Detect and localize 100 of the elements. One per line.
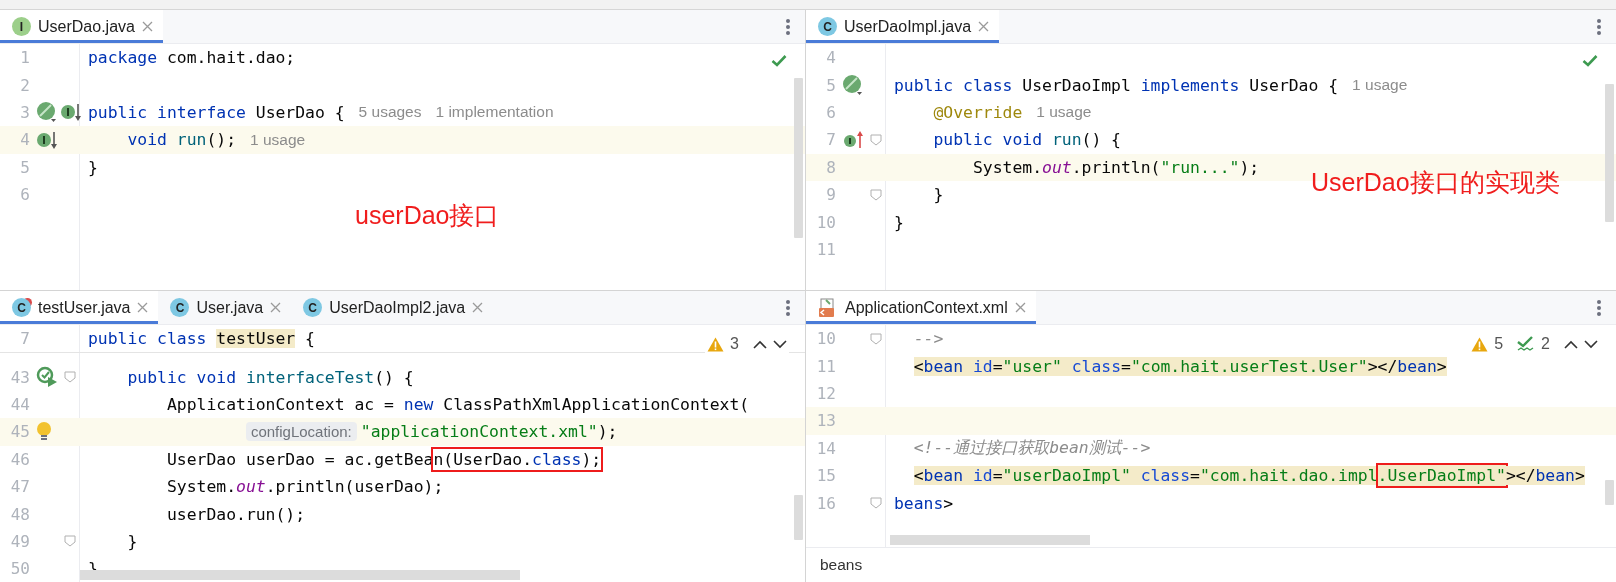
fold-icon[interactable] — [870, 497, 882, 510]
editor-tab[interactable]: ApplicationContext.xml — [806, 291, 1036, 324]
fold-icon[interactable] — [870, 188, 882, 201]
code-text: package com.hait.dao; — [88, 47, 296, 70]
line-number: 1 — [19, 48, 30, 68]
editor-tab[interactable]: C User.java — [158, 291, 292, 324]
class-icon: C — [818, 17, 837, 36]
editor-tab[interactable]: I UserDao.java — [0, 10, 163, 43]
check-icon — [1582, 54, 1598, 67]
line-number: 7 — [19, 329, 30, 349]
code-text: userDao.run(); — [165, 503, 306, 526]
problem-count: 5 — [1494, 335, 1504, 353]
code-text: @Override — [932, 101, 1023, 124]
code-text: void run(); — [126, 129, 237, 152]
inlay-hint: 1 usage — [1036, 103, 1092, 122]
line-number: 43 — [9, 367, 30, 387]
line-number: 5 — [825, 75, 836, 95]
inlay-hint: 1 implementation — [435, 103, 554, 122]
more-options-icon[interactable] — [785, 17, 791, 36]
code-text: beans> — [894, 492, 954, 515]
line-number: 10 — [815, 212, 836, 232]
code-text: public void interfaceTest() { — [126, 366, 414, 389]
fold-icon[interactable] — [64, 535, 76, 548]
scrollbar-thumb[interactable] — [80, 570, 520, 580]
line-number: 45 — [9, 422, 30, 442]
annotation-note: userDao接口 — [355, 200, 500, 231]
line-number: 11 — [815, 239, 836, 259]
inlay-hint: 1 usage — [1352, 76, 1408, 95]
close-icon[interactable] — [141, 21, 153, 32]
line-number: 13 — [815, 411, 836, 431]
code-text: } — [88, 156, 98, 179]
code-text: } — [126, 530, 138, 553]
line-number: 46 — [9, 449, 30, 469]
line-number: 5 — [19, 157, 30, 177]
scrollbar-thumb[interactable] — [794, 78, 803, 238]
previous-chevron-icon[interactable] — [1564, 339, 1578, 349]
line-number: 8 — [825, 157, 836, 177]
class-icon: C — [303, 298, 323, 317]
close-icon[interactable] — [472, 302, 484, 313]
scrollbar-thumb[interactable] — [794, 495, 803, 540]
line-number: 11 — [815, 356, 836, 376]
scrollbar-thumb[interactable] — [1605, 84, 1614, 222]
problem-count: 2 — [1541, 335, 1550, 353]
scrollbar-thumb[interactable] — [1605, 480, 1614, 505]
implementing-icon[interactable] — [842, 129, 864, 150]
bulb-icon[interactable] — [36, 420, 52, 443]
line-number: 48 — [9, 504, 30, 524]
line-number: 15 — [815, 466, 836, 486]
line-number: 12 — [815, 383, 836, 403]
code-text: UserDao userDao = ac.getBea n(UserDao.class); — [88, 446, 602, 472]
code-text: "applicationContext.xml"); — [360, 421, 618, 444]
line-number: 10 — [815, 329, 836, 349]
code-text: public void run() { — [932, 129, 1121, 152]
line-number: 14 — [815, 438, 836, 458]
inlay-hint: 5 usages — [358, 103, 422, 122]
line-number: 9 — [825, 185, 836, 205]
previous-chevron-icon[interactable] — [753, 339, 767, 349]
interface-icon: I — [12, 17, 31, 36]
fold-icon[interactable] — [870, 133, 882, 146]
next-chevron-icon[interactable] — [1584, 339, 1598, 349]
implemented-icon[interactable] — [36, 129, 58, 150]
line-number: 44 — [9, 394, 30, 414]
scrollbar-thumb[interactable] — [890, 535, 1090, 545]
code-text: } — [932, 184, 944, 207]
implemented-icon[interactable] — [60, 102, 82, 123]
close-icon[interactable] — [1014, 302, 1026, 313]
code-text: --> — [912, 328, 944, 351]
editor-tab[interactable]: C UserDaoImpl2.java — [291, 291, 494, 324]
test-class-icon: C — [12, 298, 31, 317]
line-number: 16 — [815, 493, 836, 513]
parameter-hint: configLocation: — [245, 422, 357, 442]
typo-check-icon — [1517, 336, 1536, 352]
more-options-icon[interactable] — [1596, 17, 1602, 36]
editor-tab[interactable]: C UserDaoImpl.java — [806, 10, 1000, 43]
code-text: public class UserDaoImpl implements UserDao { — [894, 74, 1339, 97]
code-text: public class testUser { — [88, 328, 315, 351]
close-icon[interactable] — [270, 302, 282, 313]
editor-tab[interactable]: C testUser.java — [0, 291, 159, 324]
bean-icon[interactable] — [842, 74, 864, 97]
run-icon[interactable] — [36, 366, 58, 389]
line-number: 4 — [19, 130, 30, 150]
line-number: 6 — [19, 185, 30, 205]
code-text: } — [894, 211, 904, 234]
close-icon[interactable] — [978, 21, 990, 32]
line-number: 49 — [9, 531, 30, 551]
line-number: 50 — [9, 559, 30, 579]
annotation-note: UserDao接口的实现类 — [1311, 167, 1560, 198]
fold-icon[interactable] — [870, 332, 882, 345]
fold-icon[interactable] — [64, 371, 76, 384]
code-text: ApplicationContext ac = new ClassPathXmlApplicationContext( — [165, 393, 750, 416]
code-text: System.out.println(userDao); — [165, 476, 444, 499]
next-chevron-icon[interactable] — [773, 339, 787, 349]
code-text: public interface UserDao { — [88, 101, 345, 124]
code-text: <!--通过接口获取bean测试--> — [912, 437, 1151, 460]
close-icon[interactable] — [137, 302, 149, 313]
code-text: <bean id="userDaoImpl" class="com.hait.dao.impl.UserDaoImpl"></bean> — [913, 463, 1585, 489]
more-options-icon[interactable] — [1596, 298, 1602, 317]
more-options-icon[interactable] — [785, 298, 791, 317]
inlay-hint: 1 usage — [250, 130, 306, 149]
line-number: 47 — [9, 477, 30, 497]
